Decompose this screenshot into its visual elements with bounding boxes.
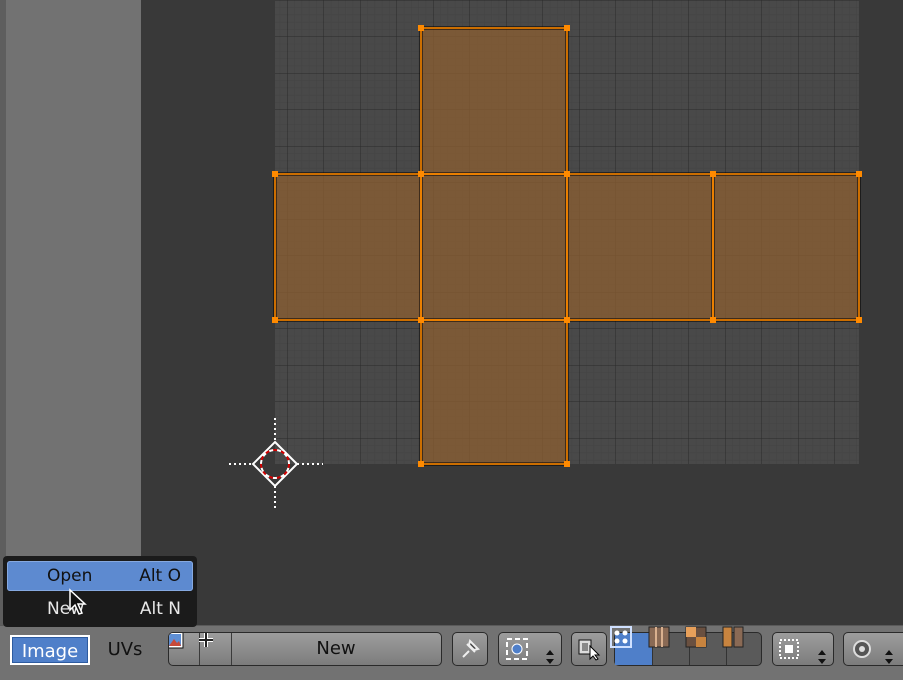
image-menu[interactable]: Image — [10, 635, 90, 665]
pin-icon[interactable] — [452, 632, 488, 666]
plus-icon[interactable] — [199, 633, 232, 665]
uv-vertex[interactable] — [564, 25, 570, 31]
sync-selection-icon[interactable] — [571, 632, 607, 666]
proportional-edit-icon — [853, 640, 871, 658]
uv-vertex[interactable] — [710, 171, 716, 177]
new-image-button[interactable]: New — [231, 633, 441, 665]
pivot-icon — [506, 638, 528, 660]
uv-face-bottom — [419, 318, 569, 466]
pivot-dropdown[interactable] — [498, 632, 562, 666]
uv-face-right — [565, 172, 715, 322]
snap-icon — [779, 639, 799, 659]
image-datablock-selector[interactable]: New — [168, 632, 442, 666]
uv-vertex[interactable] — [564, 461, 570, 467]
menu-item-open-shortcut: Alt O — [139, 566, 181, 586]
uv-face-far-right — [711, 172, 861, 322]
uv-vertex[interactable] — [856, 171, 862, 177]
selection-mode-group[interactable] — [610, 626, 764, 666]
menu-item-open-label: Open — [47, 566, 93, 586]
proportional-edit-dropdown[interactable] — [843, 632, 903, 666]
uv-face-left — [273, 172, 423, 322]
snap-dropdown[interactable] — [772, 632, 834, 666]
menu-item-new[interactable]: New Alt N — [7, 594, 193, 624]
island-select-icon[interactable] — [722, 626, 764, 665]
mouse-pointer-icon — [69, 588, 87, 615]
menu-item-open[interactable]: Open Alt O — [7, 561, 193, 591]
menu-item-new-shortcut: Alt N — [139, 599, 181, 619]
uv-canvas[interactable] — [141, 0, 903, 625]
image-menu-dropdown: Open Alt O New Alt N — [3, 556, 197, 627]
uv-editor-viewport[interactable] — [141, 0, 903, 625]
uv-face-top — [419, 26, 569, 176]
uv-vertex[interactable] — [856, 317, 862, 323]
uv-vertex[interactable] — [418, 25, 424, 31]
uv-vertex[interactable] — [418, 171, 424, 177]
uv-vertex[interactable] — [564, 171, 570, 177]
image-browse-icon[interactable] — [169, 633, 200, 665]
uv-vertex[interactable] — [564, 317, 570, 323]
left-region — [0, 0, 141, 625]
uvs-menu[interactable]: UVs — [98, 635, 152, 665]
uv-editor-header: Image UVs New — [0, 625, 903, 680]
uv-vertex[interactable] — [710, 317, 716, 323]
uv-vertex[interactable] — [418, 317, 424, 323]
uv-vertex[interactable] — [418, 461, 424, 467]
uv-face-center — [419, 172, 569, 322]
uv-vertex[interactable] — [272, 171, 278, 177]
uv-vertex[interactable] — [272, 317, 278, 323]
